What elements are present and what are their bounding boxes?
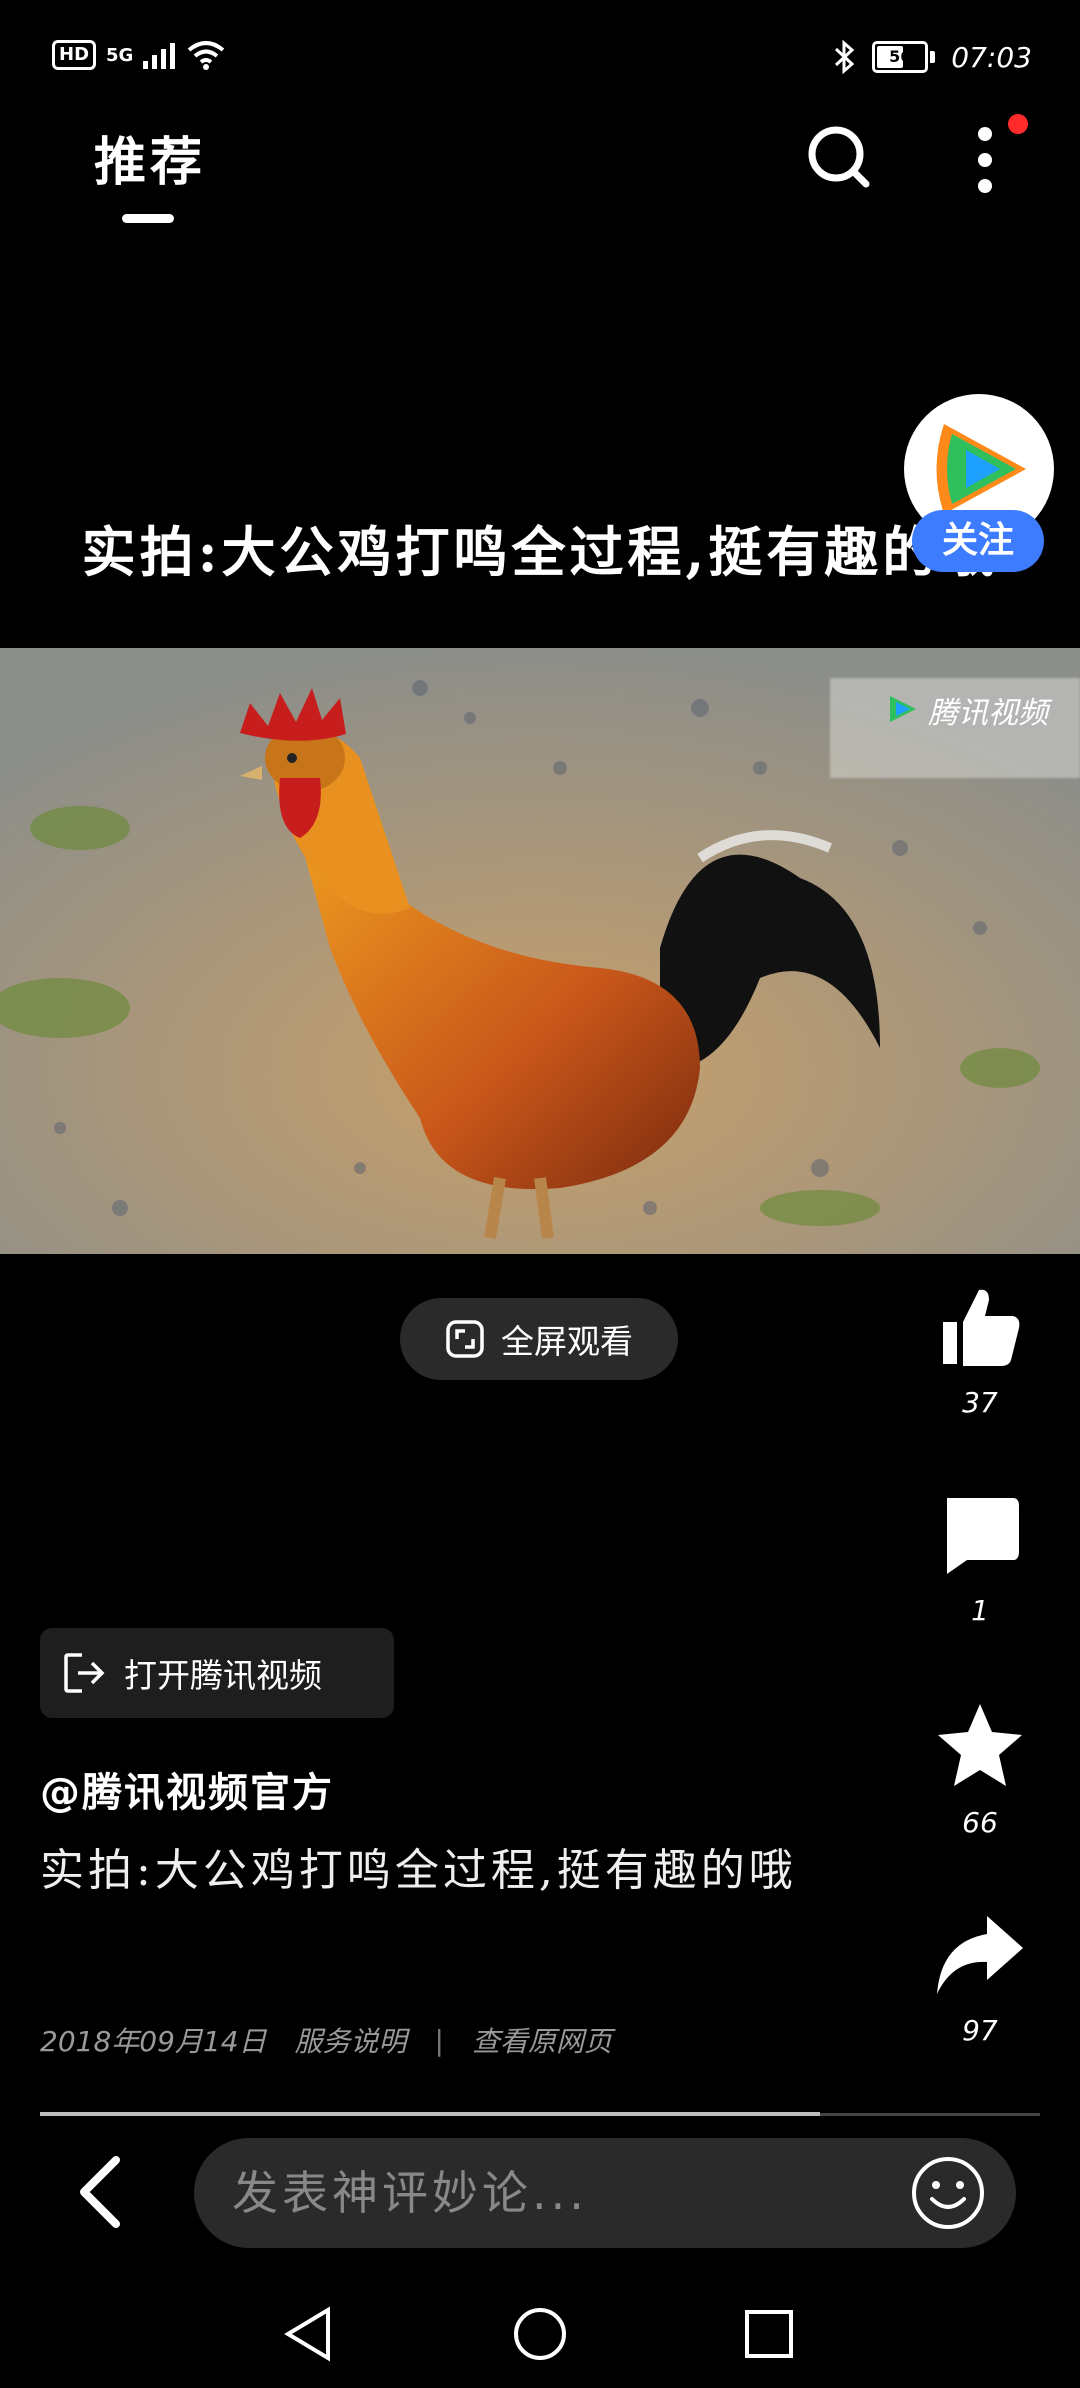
- open-tencent-video-button[interactable]: 打开腾讯视频: [40, 1628, 394, 1718]
- author-name[interactable]: @腾讯视频官方: [40, 1760, 334, 1818]
- nav-home-icon[interactable]: [514, 2308, 566, 2360]
- like-count: 37: [962, 1386, 998, 1419]
- status-right: 56 07:03: [832, 40, 1032, 74]
- clock: 07:03: [951, 40, 1032, 74]
- emoji-icon[interactable]: [910, 2155, 986, 2231]
- tab-indicator: [122, 214, 174, 223]
- share-icon: [937, 1916, 1023, 1994]
- publish-date: 2018年09月14日: [40, 2025, 267, 2058]
- share-count: 97: [962, 2014, 998, 2047]
- view-original-link[interactable]: 查看原网页: [472, 2020, 612, 2060]
- bluetooth-icon: [835, 40, 855, 74]
- open-tencent-video-label: 打开腾讯视频: [124, 1656, 322, 1695]
- service-link[interactable]: 服务说明: [295, 2020, 407, 2060]
- tencent-video-logo-icon: [890, 696, 916, 722]
- fullscreen-button[interactable]: 全屏观看: [400, 1298, 678, 1380]
- meta-separator: |: [434, 2023, 444, 2057]
- video-description: 实拍:大公鸡打鸣全过程,挺有趣的哦: [40, 1845, 797, 1896]
- favorite-button[interactable]: 66: [920, 1700, 1040, 1839]
- wifi-icon: [188, 41, 225, 70]
- system-nav-bar: [284, 2306, 793, 2362]
- meta-row: 2018年09月14日 服务说明 | 查看原网页: [40, 2020, 612, 2060]
- playback-progress-fill: [40, 2112, 820, 2116]
- video-player[interactable]: 腾讯视频: [0, 648, 1080, 1254]
- watermark-text: 腾讯视频: [928, 696, 1048, 731]
- thumbs-up-icon: [943, 1289, 1020, 1366]
- more-icon[interactable]: [960, 120, 1010, 200]
- status-left: HD 5G: [52, 40, 225, 70]
- battery-tip: [930, 51, 936, 63]
- comment-button[interactable]: 1: [920, 1494, 1040, 1627]
- favorite-count: 66: [962, 1806, 998, 1839]
- hd-badge: HD: [52, 40, 97, 70]
- exit-icon: [64, 1653, 105, 1693]
- nav-back-icon[interactable]: [284, 2306, 330, 2362]
- network-label: 5G: [106, 44, 134, 66]
- notification-dot: [1008, 114, 1028, 134]
- star-icon: [938, 1704, 1022, 1786]
- nav-recents-icon[interactable]: [745, 2310, 793, 2358]
- fullscreen-label: 全屏观看: [501, 1322, 633, 1361]
- back-icon[interactable]: [72, 2152, 132, 2232]
- search-icon[interactable]: [804, 122, 874, 192]
- comment-icon: [947, 1498, 1019, 1574]
- follow-button[interactable]: 关注: [912, 510, 1044, 572]
- battery-level: 56: [889, 47, 912, 66]
- comment-count: 1: [971, 1594, 989, 1627]
- tab-recommend[interactable]: 推荐: [94, 120, 206, 195]
- battery-icon: 56: [872, 41, 929, 73]
- share-button[interactable]: 97: [920, 1910, 1040, 2047]
- comment-input[interactable]: 发表神评妙论...: [194, 2138, 1016, 2248]
- fullscreen-icon: [446, 1320, 484, 1358]
- like-button[interactable]: 37: [920, 1282, 1040, 1419]
- signal-icon: [143, 43, 176, 69]
